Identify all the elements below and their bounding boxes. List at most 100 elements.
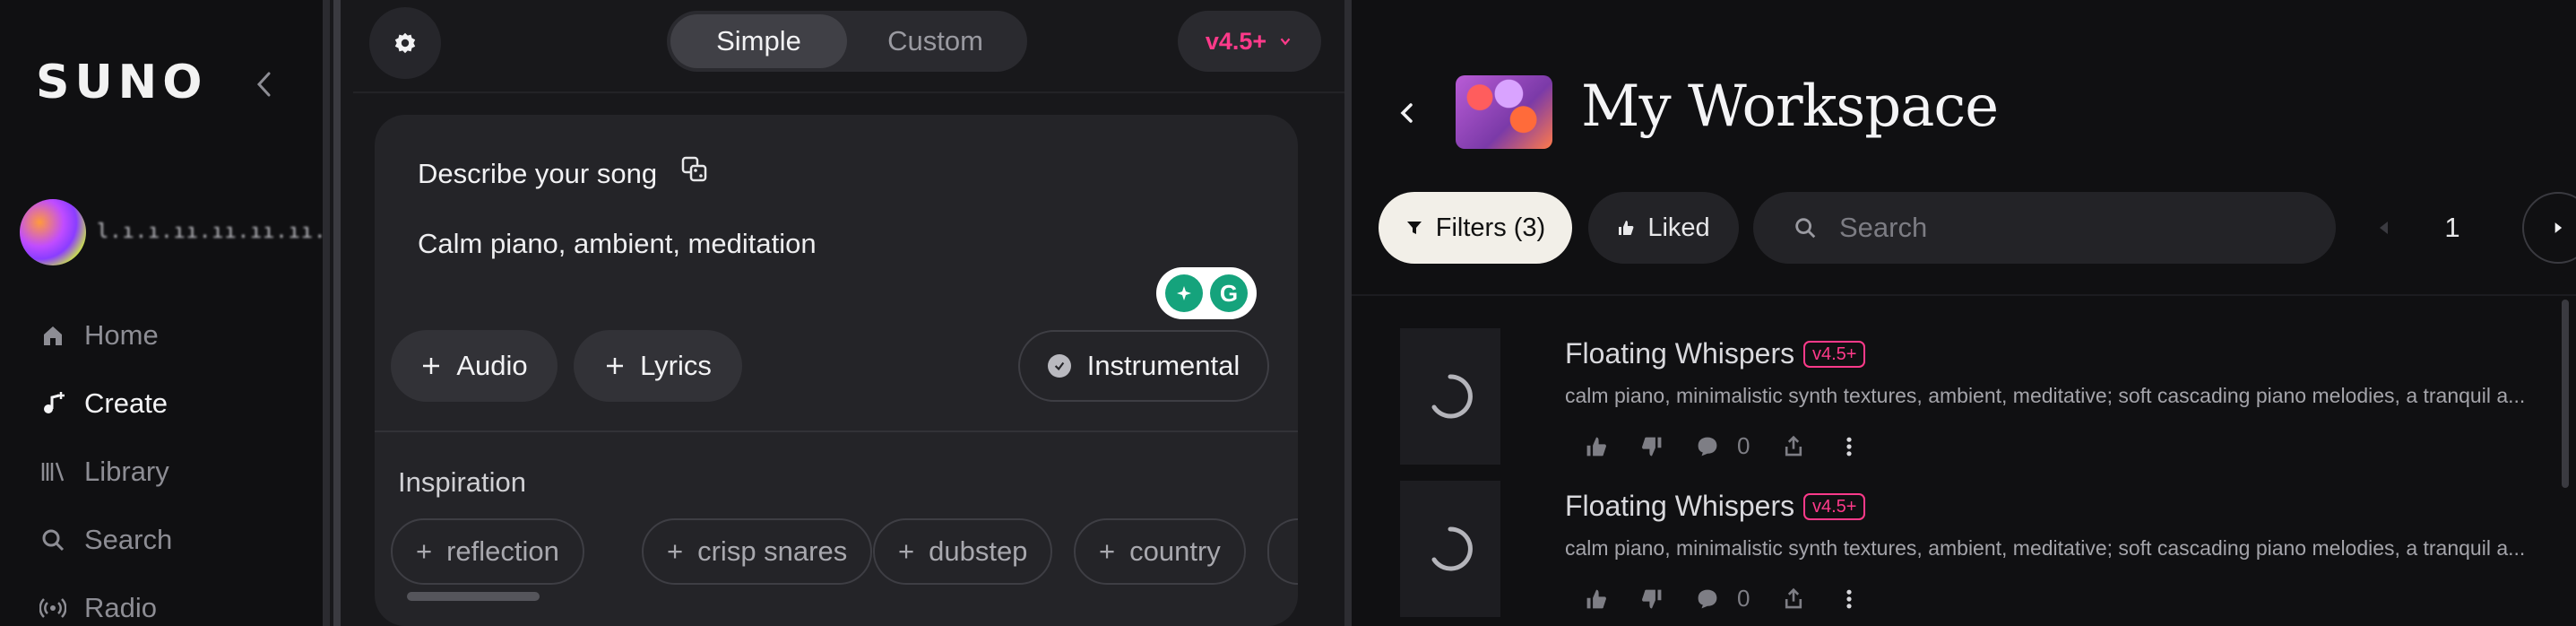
tag-label: country <box>1129 535 1221 567</box>
previous-page-button[interactable] <box>2368 212 2400 244</box>
inspiration-tag[interactable]: + dubstep <box>873 518 1053 585</box>
nav-item-library[interactable]: Library <box>39 452 169 491</box>
chevron-left-icon <box>1400 103 1413 123</box>
tag-label: crisp snares <box>697 535 848 567</box>
divider <box>1352 294 2576 296</box>
random-prompt-button[interactable] <box>679 154 710 185</box>
workspace-cover-image <box>1456 75 1552 149</box>
divider <box>375 430 1298 432</box>
instrumental-toggle[interactable]: Instrumental <box>1018 330 1269 402</box>
tags-scrollbar[interactable] <box>407 592 540 601</box>
song-description-input[interactable]: Calm piano, ambient, meditation <box>418 228 817 260</box>
workspace-search-input[interactable]: Search <box>1753 192 2336 264</box>
nav-item-search[interactable]: Search <box>39 520 172 560</box>
thumbs-down-icon[interactable] <box>1640 587 1664 611</box>
prompt-card: Describe your song Calm piano, ambient, … <box>375 115 1298 626</box>
song-title[interactable]: Floating Whispers <box>1565 490 1794 523</box>
song-cover-loading[interactable] <box>1400 481 1500 617</box>
share-icon[interactable] <box>1782 435 1805 458</box>
inspiration-tag[interactable]: + country <box>1074 518 1246 585</box>
grammarly-widget[interactable]: G <box>1156 267 1257 319</box>
gear-icon <box>394 32 416 54</box>
song-description: calm piano, minimalistic synth textures,… <box>1565 536 2526 560</box>
plus-icon <box>607 358 624 374</box>
share-icon[interactable] <box>1782 587 1805 611</box>
nav-item-home[interactable]: Home <box>39 316 159 355</box>
nav-label: Home <box>84 319 159 351</box>
song-title[interactable]: Floating Whispers <box>1565 337 1794 370</box>
plus-icon <box>423 358 440 374</box>
triangle-left-icon <box>2380 222 2388 234</box>
song-list-item[interactable]: Floating Whispers v4.5+ calm piano, mini… <box>1400 328 2529 481</box>
version-badge: v4.5+ <box>1803 493 1866 520</box>
inspiration-tag-partial[interactable] <box>1267 518 1298 585</box>
search-icon <box>1795 218 1816 239</box>
version-badge: v4.5+ <box>1803 341 1866 368</box>
describe-label: Describe your song <box>418 158 658 189</box>
nav-label: Radio <box>84 592 157 623</box>
next-page-button[interactable] <box>2522 192 2576 264</box>
more-options-icon[interactable] <box>1837 435 1861 458</box>
nav-label: Create <box>84 387 169 419</box>
comment-count: 0 <box>1737 432 1750 459</box>
song-actions: 0 <box>1585 585 1861 613</box>
filters-button[interactable]: Filters (3) <box>1379 192 1572 264</box>
search-icon <box>42 529 65 552</box>
comments-button[interactable]: 0 <box>1696 432 1750 460</box>
add-audio-button[interactable]: Audio <box>391 330 558 402</box>
check-icon <box>1047 354 1071 378</box>
plus-icon: + <box>1099 535 1116 567</box>
plus-icon: + <box>667 535 684 567</box>
comment-count: 0 <box>1737 585 1750 612</box>
avatar[interactable] <box>20 199 86 265</box>
version-select[interactable]: v4.5+ <box>1178 11 1321 72</box>
radio-icon <box>39 598 66 618</box>
grammarly-logo-icon: G <box>1210 274 1248 312</box>
more-options-icon[interactable] <box>1837 587 1861 611</box>
search-placeholder: Search <box>1839 212 1928 243</box>
thumbs-up-icon <box>1619 221 1634 235</box>
lyrics-label: Lyrics <box>640 350 712 381</box>
thumbs-down-icon[interactable] <box>1640 435 1664 458</box>
comments-button[interactable]: 0 <box>1696 585 1750 613</box>
home-icon <box>44 326 62 345</box>
thumbs-up-icon[interactable] <box>1585 587 1608 611</box>
song-list-item[interactable]: Floating Whispers v4.5+ calm piano, mini… <box>1400 481 2529 626</box>
mode-simple-tab[interactable]: Simple <box>670 14 847 68</box>
plus-icon: + <box>898 535 915 567</box>
page-number: 1 <box>2444 212 2460 243</box>
create-panel: Simple Custom v4.5+ Describe your song C… <box>353 0 1344 626</box>
workspace-scrollbar[interactable] <box>2562 300 2569 488</box>
mode-toggle: Simple Custom <box>667 11 1027 72</box>
nav-item-create[interactable]: Create <box>39 384 168 423</box>
inspiration-tag[interactable]: + reflection <box>391 518 584 585</box>
nav-label: Search <box>84 524 173 555</box>
thumbs-up-icon[interactable] <box>1585 435 1608 458</box>
sidebar: SUNO l.ı.ı.ıı.ıı.ıı.ıı. Home Create Libr… <box>0 0 326 626</box>
version-label: v4.5+ <box>1205 27 1267 55</box>
divider <box>353 91 1344 93</box>
suno-logo[interactable]: SUNO <box>36 56 207 109</box>
username[interactable]: l.ı.ı.ıı.ıı.ıı.ıı. <box>97 221 326 243</box>
song-cover-loading[interactable] <box>1400 328 1500 465</box>
liked-filter-button[interactable]: Liked <box>1588 192 1739 264</box>
tag-label: reflection <box>446 535 559 567</box>
settings-button[interactable] <box>369 7 441 79</box>
panel-divider[interactable] <box>1344 0 1352 626</box>
back-button[interactable] <box>1389 95 1425 131</box>
inspiration-tag[interactable]: + crisp snares <box>642 518 873 585</box>
song-description: calm piano, minimalistic synth textures,… <box>1565 384 2526 407</box>
chevron-left-icon <box>256 72 271 97</box>
chevron-down-icon <box>1280 38 1291 46</box>
song-actions: 0 <box>1585 432 1861 460</box>
nav-item-radio[interactable]: Radio <box>39 588 157 626</box>
collapse-sidebar-button[interactable] <box>251 66 278 102</box>
mode-custom-tab[interactable]: Custom <box>847 14 1024 68</box>
comment-icon <box>1698 589 1717 608</box>
workspace-panel: My Workspace Filters (3) Liked Search 1 … <box>1352 0 2576 626</box>
instrumental-label: Instrumental <box>1086 350 1240 381</box>
dice-icon <box>681 156 707 182</box>
grammarly-suggest-icon <box>1165 274 1203 312</box>
add-lyrics-button[interactable]: Lyrics <box>574 330 742 402</box>
resize-grip[interactable] <box>333 0 341 626</box>
